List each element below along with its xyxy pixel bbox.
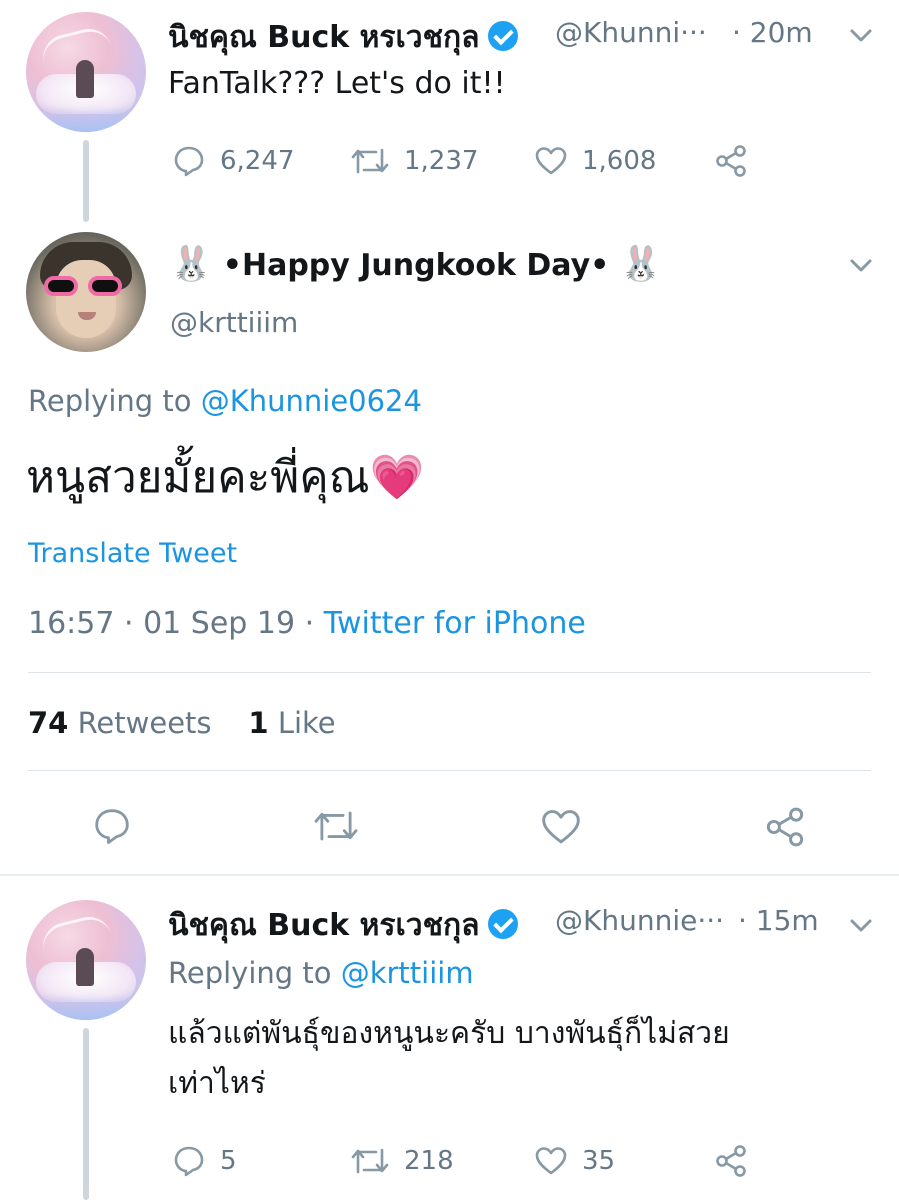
tweet2-reply-button[interactable] <box>92 806 132 846</box>
replying-to-handle[interactable]: @Khunnie0624 <box>201 384 422 418</box>
tweet3-text-line2: เท่าไหร่ <box>168 1066 266 1101</box>
tweet2-replying-to: Replying to @Khunnie0624 <box>28 384 422 418</box>
avatar-glasses-right <box>88 276 122 296</box>
tweet3-like-button[interactable]: 35 <box>534 1144 615 1178</box>
reply-icon <box>95 809 129 844</box>
tweet1-author[interactable]: นิชคุณ Buck หรเวชกุล <box>168 14 518 61</box>
likes-stat[interactable]: 1 Like <box>248 706 335 740</box>
bunny-emoji-right: 🐰 <box>619 244 663 284</box>
retweets-label: Retweets <box>77 706 212 740</box>
tweet2-retweet-button[interactable] <box>312 806 360 846</box>
tweet3-text-line1: แล้วแต่พันธุ์ของหนูนะครับ บางพันธุ์ก็ไม่… <box>168 1016 730 1051</box>
tweet1-reply-button[interactable]: 6,247 <box>172 144 294 178</box>
tweet1-text: FanTalk??? Let's do it!! <box>168 66 506 101</box>
tweet2-like-button[interactable] <box>540 806 582 848</box>
avatar-khunnie[interactable] <box>26 900 146 1020</box>
tweet3-retweet-button[interactable]: 218 <box>350 1144 454 1178</box>
tweet2-text: หนูสวยมั้ยคะพี่คุณ💗 <box>26 442 424 512</box>
album-art-figure <box>76 948 94 986</box>
tweet1-time[interactable]: · 20m <box>732 16 813 49</box>
album-art-sky <box>26 994 146 1020</box>
tweet1-handle[interactable]: @Khunni··· <box>555 16 707 49</box>
heart-icon <box>535 1147 567 1175</box>
tweet1-like-count: 1,608 <box>582 146 657 176</box>
tweet1-author-name[interactable]: นิชคุณ Buck หรเวชกุล <box>168 20 480 55</box>
chevron-down-icon[interactable] <box>846 910 876 940</box>
tweet3-like-count: 35 <box>582 1146 616 1176</box>
heart-emoji: 💗 <box>369 452 425 503</box>
tweet3-replying-to: Replying to @krttiiim <box>168 956 474 990</box>
tweet1-reply-count: 6,247 <box>220 146 295 176</box>
likes-count: 1 <box>248 706 269 740</box>
tweet3-reply-button[interactable]: 5 <box>172 1144 237 1178</box>
share-icon <box>716 145 746 177</box>
tweet3-time[interactable]: · 15m <box>738 904 819 937</box>
verified-badge-icon <box>487 21 518 51</box>
tweet2-timestamp-row: 16:57 · 01 Sep 19 · Twitter for iPhone <box>28 606 586 641</box>
retweet-icon <box>314 811 358 841</box>
twitter-thread: นิชคุณ Buck หรเวชกุล @Khunni··· · 20m Fa… <box>0 0 899 1200</box>
divider <box>28 672 871 673</box>
avatar-khunnie[interactable] <box>26 12 146 132</box>
tweet1-retweet-button[interactable]: 1,237 <box>350 144 478 178</box>
album-art-script <box>38 23 112 65</box>
retweets-stat[interactable]: 74 Retweets <box>28 706 212 740</box>
tweet2-author[interactable]: 🐰 •Happy Jungkook Day• 🐰 <box>170 244 662 284</box>
tweet2-text-content: หนูสวยมั้ยคะพี่คุณ <box>26 452 370 503</box>
retweets-count: 74 <box>28 706 69 740</box>
album-art-sky <box>26 106 146 132</box>
tweet1-like-button[interactable]: 1,608 <box>534 144 656 178</box>
replying-to-handle[interactable]: @krttiiim <box>341 956 474 990</box>
album-art-figure <box>76 60 94 98</box>
tweet1-retweet-count: 1,237 <box>404 146 479 176</box>
heart-icon <box>535 147 567 175</box>
divider <box>28 770 871 771</box>
translate-tweet-link[interactable]: Translate Tweet <box>28 538 237 569</box>
tweet3-retweet-count: 218 <box>404 1146 454 1176</box>
avatar-face <box>56 260 116 338</box>
retweet-icon <box>351 1148 389 1174</box>
tweet3-share-button[interactable] <box>714 1144 748 1178</box>
chevron-down-icon[interactable] <box>846 20 876 50</box>
tweet3-author-name[interactable]: นิชคุณ Buck หรเวชกุล <box>168 908 480 943</box>
avatar-krttiiim[interactable] <box>26 232 146 352</box>
replying-to-label: Replying to <box>28 384 192 418</box>
avatar-glasses-left <box>44 276 78 296</box>
tweet2-share-button[interactable] <box>764 806 806 848</box>
thread-line <box>83 140 89 222</box>
retweet-icon <box>351 148 389 174</box>
likes-label: Like <box>277 706 336 740</box>
tweet2-timestamp: 16:57 · 01 Sep 19 · <box>28 606 315 641</box>
share-icon <box>766 807 804 847</box>
tweet3-reply-count: 5 <box>220 1146 237 1176</box>
share-icon <box>716 1145 746 1177</box>
tweet3-handle[interactable]: @Khunnie··· <box>555 904 724 937</box>
tweet1-share-button[interactable] <box>714 144 748 178</box>
reply-icon <box>174 146 204 177</box>
tweet3-author[interactable]: นิชคุณ Buck หรเวชกุล <box>168 902 518 949</box>
reply-icon <box>174 1146 204 1177</box>
thread-line <box>83 1028 89 1200</box>
tweet2-stats: 74 Retweets 1 Like <box>28 706 336 740</box>
section-separator <box>0 874 899 876</box>
replying-to-label: Replying to <box>168 956 332 990</box>
verified-badge-icon <box>487 909 518 939</box>
bunny-emoji-left: 🐰 <box>170 244 213 284</box>
heart-icon <box>542 810 580 844</box>
chevron-down-icon[interactable] <box>846 250 876 280</box>
tweet2-author-name[interactable]: •Happy Jungkook Day• <box>223 248 610 283</box>
tweet2-handle[interactable]: @krttiiim <box>170 306 298 339</box>
album-art-script <box>38 911 112 953</box>
tweet2-source-link[interactable]: Twitter for iPhone <box>324 606 586 641</box>
